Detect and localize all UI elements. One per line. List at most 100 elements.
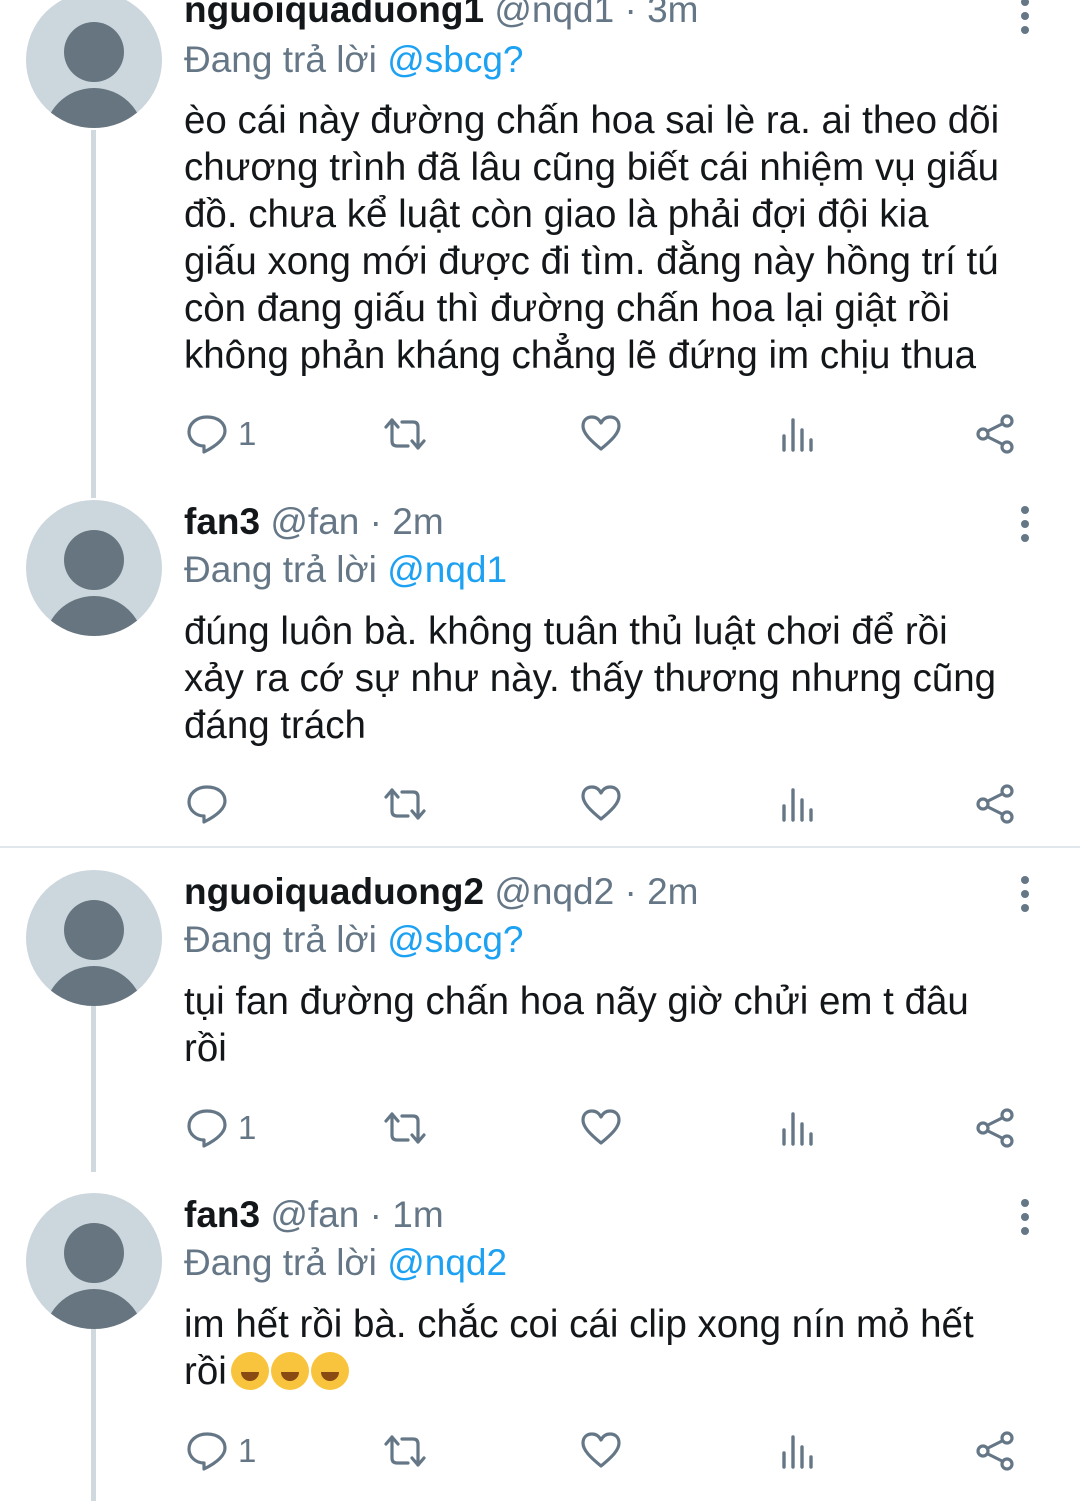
rofl-emoji-icon: [310, 1352, 349, 1390]
replying-to: Đang trả lời @sbcg?: [184, 918, 523, 962]
tweet[interactable]: nguoiquaduong1 @nqd1 · 3m Đang trả lời @…: [0, 0, 1080, 480]
reply-button[interactable]: [186, 784, 238, 824]
reply-count: 1: [238, 1432, 257, 1469]
avatar[interactable]: [26, 1193, 162, 1329]
retweet-button[interactable]: [382, 417, 428, 451]
heart-icon: [581, 785, 621, 821]
reply-prefix: Đang trả lời: [184, 549, 377, 590]
separator: ·: [624, 871, 637, 912]
tweet-header: nguoiquaduong2 @nqd2 · 2m: [184, 870, 699, 914]
timestamp[interactable]: 1m: [392, 1194, 443, 1235]
tweet-header: fan3 @fan · 2m: [184, 500, 444, 544]
analytics-icon: [782, 1112, 813, 1146]
separator: ·: [624, 0, 637, 30]
laughing-emoji-group: [230, 1350, 351, 1393]
reply-button[interactable]: 1: [186, 1108, 256, 1148]
reply-to-mention[interactable]: @sbcg?: [387, 919, 523, 960]
like-button[interactable]: [580, 414, 622, 452]
analytics-button[interactable]: [780, 1433, 816, 1469]
heart-icon: [581, 415, 621, 451]
tweet-header: nguoiquaduong1 @nqd1 · 3m: [184, 0, 699, 32]
share-button[interactable]: [974, 784, 1016, 824]
replying-to: Đang trả lời @sbcg?: [184, 38, 523, 82]
tweet-text: im hết rồi bà. chắc coi cái clip xong ní…: [184, 1301, 1054, 1395]
avatar-body: [44, 1289, 144, 1329]
timestamp[interactable]: 2m: [647, 871, 698, 912]
reply-button[interactable]: 1: [186, 414, 256, 454]
reply-icon: [187, 1109, 227, 1148]
reply-to-mention[interactable]: @sbcg?: [387, 39, 523, 80]
handle[interactable]: @fan: [270, 501, 359, 542]
like-button[interactable]: [580, 1108, 622, 1146]
display-name[interactable]: nguoiquaduong1: [184, 0, 484, 30]
display-name[interactable]: fan3: [184, 1194, 260, 1235]
timestamp[interactable]: 2m: [392, 501, 443, 542]
reply-prefix: Đang trả lời: [184, 39, 377, 80]
share-icon: [976, 1108, 1014, 1148]
separator: ·: [369, 501, 382, 542]
reply-to-mention[interactable]: @nqd2: [387, 1242, 507, 1283]
share-icon: [976, 1431, 1014, 1471]
reply-to-mention[interactable]: @nqd1: [387, 549, 507, 590]
display-name[interactable]: nguoiquaduong2: [184, 871, 484, 912]
thread-divider: [0, 846, 1080, 848]
avatar-head: [64, 22, 124, 82]
reply-icon: [187, 415, 227, 454]
timestamp[interactable]: 3m: [647, 0, 698, 30]
rofl-emoji-icon: [270, 1352, 309, 1390]
retweet-icon: [384, 1112, 426, 1144]
tweet[interactable]: fan3 @fan · 2m Đang trả lời @nqd1 đúng l…: [0, 490, 1080, 845]
replying-to: Đang trả lời @nqd2: [184, 1241, 507, 1285]
rofl-emoji-icon: [230, 1352, 269, 1390]
avatar-body: [44, 966, 144, 1006]
tweet-text: tụi fan đường chấn hoa nãy giờ chửi em t…: [184, 980, 969, 1070]
replying-to: Đang trả lời @nqd1: [184, 548, 507, 592]
avatar-body: [44, 596, 144, 636]
tweet[interactable]: nguoiquaduong2 @nqd2 · 2m Đang trả lời @…: [0, 860, 1080, 1170]
retweet-button[interactable]: [382, 787, 428, 821]
analytics-icon: [782, 788, 813, 822]
avatar[interactable]: [26, 870, 162, 1006]
more-vertical-icon[interactable]: [1010, 1199, 1040, 1235]
share-button[interactable]: [974, 414, 1016, 454]
reply-count: 1: [238, 415, 257, 452]
like-button[interactable]: [580, 784, 622, 822]
more-vertical-icon[interactable]: [1010, 876, 1040, 912]
share-icon: [976, 414, 1014, 454]
analytics-button[interactable]: [780, 1110, 816, 1146]
avatar[interactable]: [26, 500, 162, 636]
tweet-text: đúng luôn bà. không tuân thủ luật chơi đ…: [184, 610, 997, 747]
heart-icon: [581, 1432, 621, 1468]
avatar-head: [64, 1223, 124, 1283]
retweet-button[interactable]: [382, 1111, 428, 1145]
display-name[interactable]: fan3: [184, 501, 260, 542]
like-button[interactable]: [580, 1431, 622, 1469]
share-icon: [976, 784, 1014, 824]
handle[interactable]: @nqd2: [494, 871, 614, 912]
analytics-button[interactable]: [780, 416, 816, 452]
avatar[interactable]: [26, 0, 162, 128]
reply-count: 1: [238, 1109, 257, 1146]
more-vertical-icon[interactable]: [1010, 506, 1040, 542]
retweet-icon: [384, 418, 426, 450]
analytics-icon: [782, 1435, 813, 1469]
retweet-icon: [384, 1435, 426, 1467]
retweet-icon: [384, 788, 426, 820]
analytics-button[interactable]: [780, 786, 816, 822]
share-button[interactable]: [974, 1108, 1016, 1148]
avatar-body: [44, 88, 144, 128]
avatar-head: [64, 530, 124, 590]
reply-prefix: Đang trả lời: [184, 919, 377, 960]
reply-button[interactable]: 1: [186, 1431, 256, 1471]
heart-icon: [581, 1109, 621, 1145]
more-vertical-icon[interactable]: [1010, 0, 1040, 34]
handle[interactable]: @nqd1: [494, 0, 614, 30]
handle[interactable]: @fan: [270, 1194, 359, 1235]
avatar-head: [64, 900, 124, 960]
tweet[interactable]: fan3 @fan · 1m Đang trả lời @nqd2 im hết…: [0, 1183, 1080, 1501]
tweet-header: fan3 @fan · 1m: [184, 1193, 444, 1237]
retweet-button[interactable]: [382, 1434, 428, 1468]
share-button[interactable]: [974, 1431, 1016, 1471]
reply-icon: [187, 1432, 227, 1471]
tweet-text: èo cái này đường chấn hoa sai lè ra. ai …: [184, 99, 1000, 377]
